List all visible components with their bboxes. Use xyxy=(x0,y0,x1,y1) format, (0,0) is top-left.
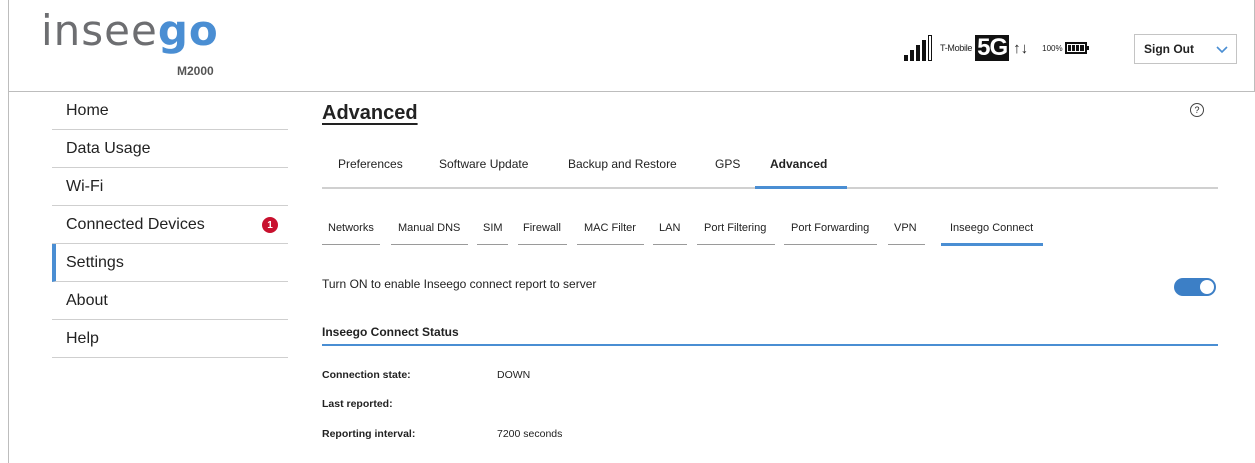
sidebar-item-help[interactable]: Help xyxy=(52,320,288,358)
logo-text-accent: go xyxy=(157,6,219,55)
section-title: Inseego Connect Status xyxy=(322,325,459,339)
status-label: Reporting interval: xyxy=(322,428,416,440)
status-value: DOWN xyxy=(497,369,531,381)
active-subtab-indicator xyxy=(941,243,1043,246)
subtab-underline xyxy=(518,244,567,245)
inseego-connect-toggle[interactable] xyxy=(1174,278,1216,296)
header-bar: inseego M2000 T-Mobile 5G ↑↓ 100% Sign O… xyxy=(8,0,1255,92)
subtab-underline xyxy=(577,244,644,245)
sidebar-item-label: Wi-Fi xyxy=(66,177,104,195)
sidebar-item-settings[interactable]: Settings xyxy=(52,244,288,282)
sidebar-item-label: Help xyxy=(66,329,99,347)
subtab-inseego-connect[interactable]: Inseego Connect xyxy=(950,222,1033,234)
inseego-logo: inseego xyxy=(41,10,219,52)
subtab-sim[interactable]: SIM xyxy=(483,222,503,234)
carrier-name: T-Mobile xyxy=(940,43,973,53)
subtab-underline xyxy=(653,244,687,245)
status-indicators: T-Mobile 5G ↑↓ 100% xyxy=(904,28,1089,68)
sidebar-item-about[interactable]: About xyxy=(52,282,288,320)
sidebar-item-data-usage[interactable]: Data Usage xyxy=(52,130,288,168)
tab-software-update[interactable]: Software Update xyxy=(439,157,528,171)
data-transfer-icon: ↑↓ xyxy=(1013,39,1029,57)
subtab-underline xyxy=(391,244,468,245)
network-type-badge: 5G xyxy=(975,34,1010,61)
subtab-port-filtering[interactable]: Port Filtering xyxy=(704,222,766,234)
subtab-firewall[interactable]: Firewall xyxy=(523,222,561,234)
subtab-underline xyxy=(697,244,775,245)
subtab-vpn[interactable]: VPN xyxy=(894,222,917,234)
active-tab-indicator xyxy=(755,186,847,189)
section-divider xyxy=(322,344,1218,346)
frame-left-border xyxy=(8,92,9,463)
chevron-down-icon xyxy=(1216,41,1228,57)
sidebar-item-label: Home xyxy=(66,101,109,119)
sign-out-dropdown[interactable]: Sign Out xyxy=(1134,34,1237,64)
tab-preferences[interactable]: Preferences xyxy=(338,157,403,171)
tab-advanced[interactable]: Advanced xyxy=(770,157,827,171)
sidebar-item-connected-devices[interactable]: Connected Devices 1 xyxy=(52,206,288,244)
subtab-manual-dns[interactable]: Manual DNS xyxy=(398,222,460,234)
sidebar-item-label: Settings xyxy=(66,253,124,271)
connected-devices-count-badge: 1 xyxy=(262,217,278,233)
subtab-underline xyxy=(888,244,925,245)
sidebar-item-home[interactable]: Home xyxy=(52,92,288,130)
sidebar-item-label: Connected Devices xyxy=(66,215,205,233)
signal-strength-icon xyxy=(904,35,932,61)
subtab-underline xyxy=(322,244,380,245)
subtab-mac-filter[interactable]: MAC Filter xyxy=(584,222,636,234)
page-title: Advanced xyxy=(322,102,418,124)
device-model: M2000 xyxy=(177,64,214,78)
logo-text-main: insee xyxy=(41,6,158,55)
tab-gps[interactable]: GPS xyxy=(715,157,740,171)
sidebar-item-wifi[interactable]: Wi-Fi xyxy=(52,168,288,206)
toggle-knob xyxy=(1200,280,1214,294)
inseego-connect-toggle-label: Turn ON to enable Inseego connect report… xyxy=(322,277,597,291)
subtab-lan[interactable]: LAN xyxy=(659,222,680,234)
sidebar-item-label: About xyxy=(66,291,108,309)
status-value: 7200 seconds xyxy=(497,428,563,440)
battery-icon xyxy=(1064,42,1089,54)
help-icon[interactable]: ? xyxy=(1190,103,1204,117)
subtab-port-forwarding[interactable]: Port Forwarding xyxy=(791,222,869,234)
subtab-underline xyxy=(784,244,877,245)
subtab-underline xyxy=(477,244,508,245)
status-label: Connection state: xyxy=(322,369,411,381)
sidebar-nav: Home Data Usage Wi-Fi Connected Devices … xyxy=(52,92,288,358)
sidebar-item-label: Data Usage xyxy=(66,139,151,157)
battery-percent: 100% xyxy=(1042,43,1063,53)
subtab-networks[interactable]: Networks xyxy=(328,222,374,234)
tab-backup-and-restore[interactable]: Backup and Restore xyxy=(568,157,677,171)
sign-out-label: Sign Out xyxy=(1144,42,1194,56)
advanced-subtabs: Networks Manual DNS SIM Firewall MAC Fil… xyxy=(322,212,1218,250)
status-label: Last reported: xyxy=(322,398,393,410)
settings-tabs: Preferences Software Update Backup and R… xyxy=(322,147,1218,189)
